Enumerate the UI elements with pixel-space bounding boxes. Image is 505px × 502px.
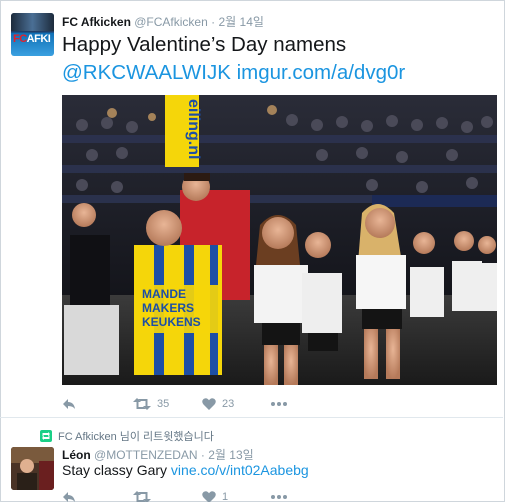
banner-text: eiling.nl — [185, 99, 202, 159]
tweet-photo[interactable]: eiling.nl MANDE MAKERS KEUKENS — [62, 95, 497, 385]
shirt-text-3: KEUKENS — [142, 315, 201, 329]
mention-link[interactable]: @RKCWAALWIJK — [62, 61, 231, 84]
heart-icon — [202, 491, 216, 502]
tweet-header: FC Afkicken @FCAfkicken · 2월 14일 — [62, 13, 264, 30]
url-link[interactable]: vine.co/v/int02Aabebg — [171, 462, 309, 478]
tweet-timestamp[interactable]: 2월 14일 — [218, 15, 263, 29]
like-count: 1 — [222, 491, 229, 502]
more-dots-icon — [271, 495, 287, 499]
author-name[interactable]: FC Afkicken — [62, 15, 131, 29]
like-count: 23 — [222, 398, 235, 410]
like-action[interactable]: 1 — [202, 490, 228, 502]
tweet-text-line1: Happy Valentine’s Day namens — [62, 33, 347, 56]
avatar-stripe — [11, 13, 54, 31]
more-action[interactable] — [270, 396, 288, 412]
more-action[interactable] — [270, 490, 288, 502]
avatar[interactable]: FCAFKI — [11, 13, 54, 56]
avatar-photo — [11, 447, 54, 490]
author-handle[interactable]: @FCAfkicken — [134, 15, 208, 29]
retweet-count: 35 — [157, 398, 170, 410]
separator-dot: · — [200, 448, 205, 462]
reply-icon — [63, 399, 75, 409]
reply-icon — [63, 492, 75, 502]
tweet-header: Léon @MOTTENZEDAN · 2월 13일 — [62, 446, 254, 463]
tweet-text: Stay classy Gary vine.co/v/int02Aabebg — [62, 462, 309, 478]
avatar[interactable] — [11, 447, 54, 490]
shirt-text-2: MAKERS — [142, 301, 194, 315]
url-link[interactable]: imgur.com/a/dvg0r — [237, 61, 406, 84]
tweet[interactable]: FCAFKI FC Afkicken @FCAfkicken · 2월 14일 … — [0, 0, 503, 418]
retweet-icon — [133, 491, 151, 502]
tweet-text-body: Stay classy Gary — [62, 462, 171, 478]
author-handle[interactable]: @MOTTENZEDAN — [94, 448, 198, 462]
avatar-logo: FCAFKI — [13, 33, 51, 45]
retweet-badge-icon — [40, 430, 52, 442]
retweet-context-text: FC Afkicken 님이 리트윗했습니다 — [58, 431, 214, 443]
heart-icon — [202, 398, 216, 410]
retweet-context[interactable]: FC Afkicken 님이 리트윗했습니다 — [40, 428, 214, 444]
like-action[interactable]: 23 — [202, 396, 234, 412]
reply-action[interactable] — [62, 396, 76, 412]
retweet-icon — [133, 398, 151, 410]
shirt-text-1: MANDE — [142, 287, 186, 301]
tweet-timestamp[interactable]: 2월 13일 — [208, 448, 253, 462]
more-dots-icon — [271, 402, 287, 406]
retweet-action[interactable] — [133, 490, 151, 502]
author-name[interactable]: Léon — [62, 448, 91, 462]
photo-illustration: eiling.nl MANDE MAKERS KEUKENS — [62, 95, 497, 385]
retweet-action[interactable]: 35 — [133, 396, 169, 412]
separator-dot: · — [211, 15, 216, 29]
tweet-text-line2: @RKCWAALWIJK imgur.com/a/dvg0r — [62, 59, 405, 87]
reply-action[interactable] — [62, 490, 76, 502]
